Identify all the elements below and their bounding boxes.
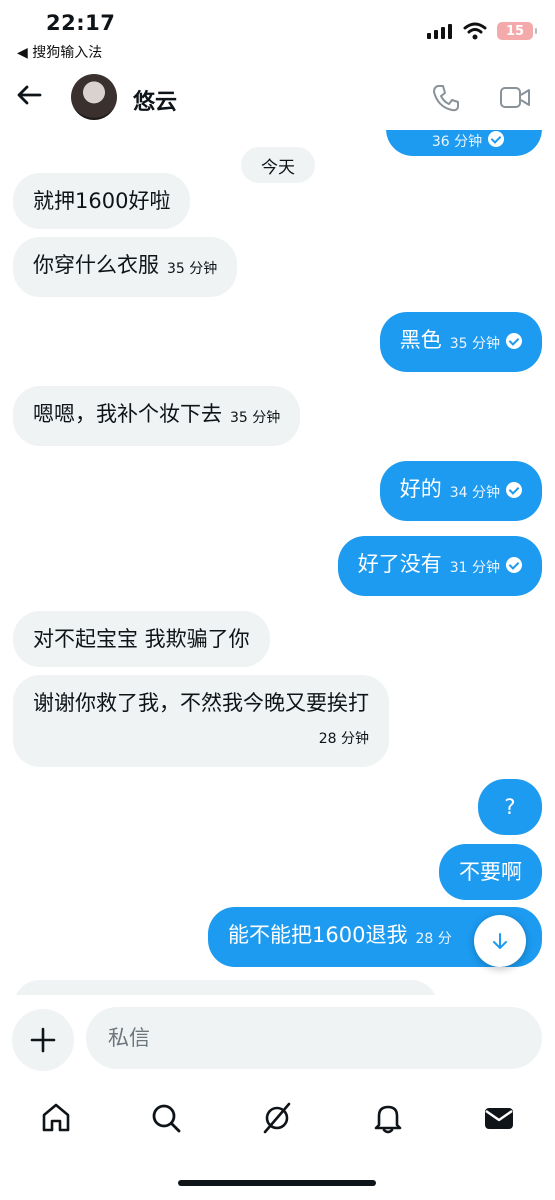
- nav-notifications[interactable]: [368, 1098, 408, 1138]
- home-icon: [42, 1103, 70, 1132]
- arrow-down-icon: [493, 933, 507, 949]
- message-bubble-incoming[interactable]: 就押1600好啦: [13, 173, 191, 229]
- message-bubble-incoming-partial[interactable]: [13, 980, 438, 995]
- message-time: 36 分钟: [431, 134, 483, 150]
- back-to-app-link[interactable]: ◀ 搜狗输入法: [17, 42, 102, 62]
- message-text: 不要啊: [459, 860, 522, 884]
- message-bubble-incoming[interactable]: 嗯嗯，我补个妆下去 35 分钟: [13, 386, 301, 446]
- wifi-icon: [463, 22, 487, 40]
- message-time: 35 分钟: [167, 261, 218, 277]
- nav-messages[interactable]: [479, 1098, 519, 1138]
- nav-home[interactable]: [36, 1098, 76, 1138]
- message-bubble-outgoing[interactable]: 黑色 35 分钟: [379, 312, 542, 372]
- home-indicator[interactable]: [178, 1180, 376, 1186]
- read-receipt-icon: [506, 482, 522, 498]
- message-bubble-outgoing[interactable]: ?: [478, 779, 542, 835]
- cellular-signal-icon: [427, 24, 452, 39]
- message-text: 你穿什么衣服: [33, 253, 159, 277]
- message-bubble-outgoing[interactable]: 不要啊: [439, 844, 542, 900]
- grok-icon: [263, 1102, 291, 1134]
- message-text: 就押1600好啦: [33, 189, 171, 213]
- message-text: 对不起宝宝 我欺骗了你: [33, 627, 250, 651]
- search-icon: [152, 1104, 181, 1133]
- message-bubble-incoming[interactable]: 谢谢你救了我，不然我今晚又要挨打 28 分钟: [13, 675, 389, 767]
- message-bubble-incoming[interactable]: 对不起宝宝 我欺骗了你: [13, 611, 270, 667]
- message-input[interactable]: [86, 1007, 542, 1069]
- video-icon[interactable]: [499, 85, 531, 111]
- message-text: 嗯嗯，我补个妆下去: [33, 402, 222, 426]
- message-time: 34 分钟: [449, 485, 500, 501]
- plus-icon: [30, 1027, 56, 1053]
- message-time: 28 分: [415, 931, 452, 947]
- message-bubble-outgoing[interactable]: 好了没有 31 分钟: [337, 536, 542, 596]
- phone-icon[interactable]: [431, 83, 461, 113]
- nav-search[interactable]: [146, 1098, 186, 1138]
- contact-name[interactable]: 悠云: [133, 84, 177, 116]
- notifications-icon: [374, 1105, 402, 1134]
- message-text: 好的: [399, 477, 442, 501]
- messages-icon: [485, 1108, 513, 1129]
- read-receipt-icon: [506, 333, 522, 349]
- add-media-button[interactable]: [12, 1009, 74, 1071]
- battery-level: 15: [505, 23, 525, 39]
- day-separator: 今天: [241, 147, 315, 183]
- scroll-to-bottom-button[interactable]: [474, 915, 526, 967]
- message-time: 31 分钟: [449, 560, 500, 576]
- back-arrow-icon[interactable]: [14, 80, 44, 110]
- message-list[interactable]: 36 分钟 今天 就押1600好啦 你穿什么衣服 35 分钟 黑色 35 分钟 嗯嗯…: [0, 130, 555, 995]
- message-time: 35 分钟: [230, 410, 281, 426]
- message-text: ?: [504, 795, 516, 819]
- read-receipt-icon: [488, 131, 505, 147]
- conversation-header: 悠云: [0, 68, 555, 130]
- message-time: 35 分钟: [449, 336, 500, 352]
- message-text: 能不能把1600退我: [228, 923, 408, 947]
- bottom-nav: [0, 1080, 555, 1200]
- message-bubble-incoming[interactable]: 你穿什么衣服 35 分钟: [13, 237, 238, 297]
- status-indicators: 15: [427, 22, 537, 40]
- avatar[interactable]: [71, 74, 117, 120]
- message-bubble-outgoing[interactable]: 好的 34 分钟: [379, 461, 542, 521]
- message-text: 谢谢你救了我，不然我今晚又要挨打: [33, 691, 369, 715]
- status-bar: 22:17 ◀ 搜狗输入法 15: [0, 0, 555, 68]
- read-receipt-icon: [506, 557, 522, 573]
- message-bubble-outgoing-partial[interactable]: 36 分钟: [386, 130, 542, 156]
- message-text: 好了没有: [357, 552, 442, 576]
- nav-grok[interactable]: [257, 1098, 297, 1138]
- battery-indicator: 15: [497, 22, 537, 40]
- message-text: 黑色: [399, 328, 442, 352]
- message-composer: [0, 995, 555, 1080]
- message-time: 28 分钟: [318, 731, 369, 747]
- status-time: 22:17: [46, 11, 116, 35]
